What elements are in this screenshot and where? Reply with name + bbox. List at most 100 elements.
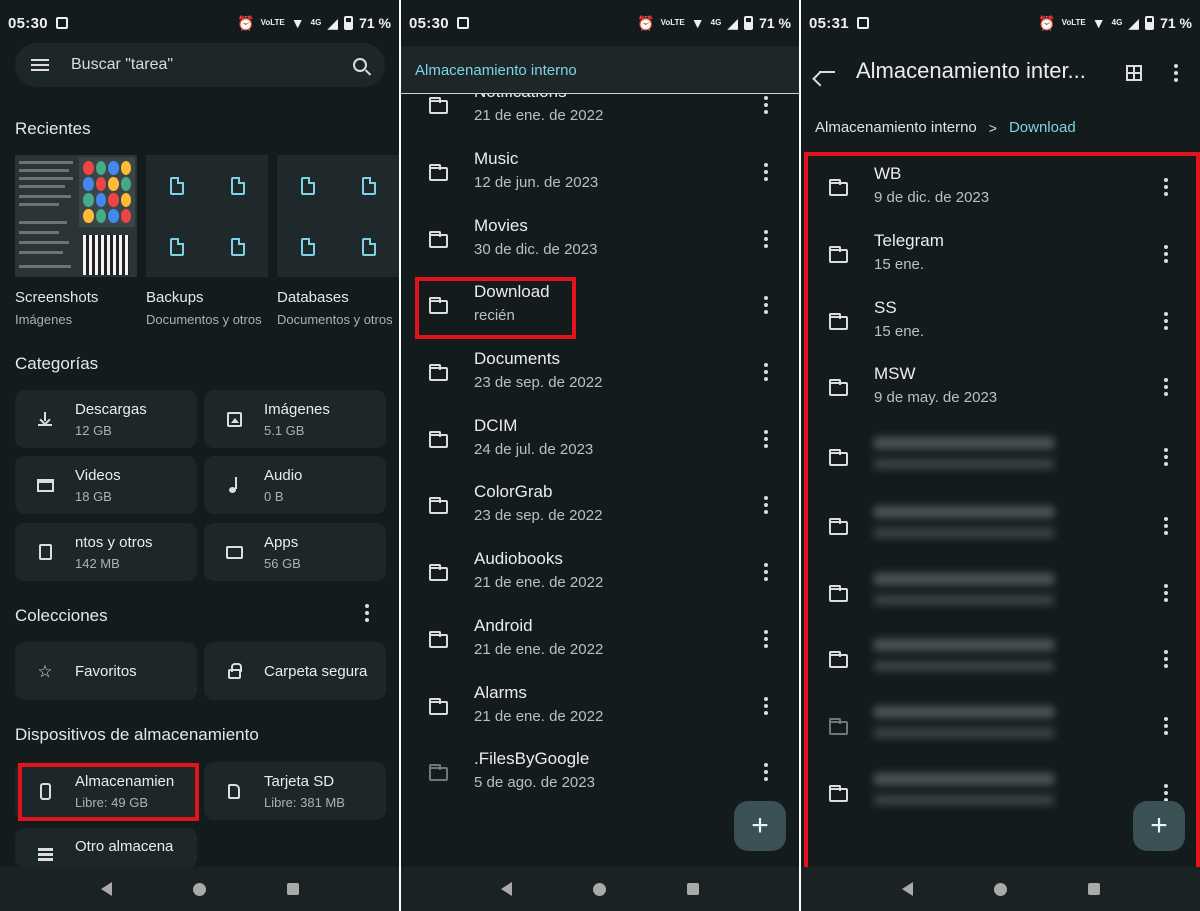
category-videos[interactable]: Videos 18 GB [15,456,197,514]
folder-row[interactable]: SS 15 ene. [801,287,1200,354]
folder-row[interactable]: ColorGrab 23 de sep. de 2022 [401,472,799,539]
storage-internal[interactable]: Almacenamien Libre: 49 GB [15,762,197,820]
search-input[interactable]: Buscar "tarea" [71,56,353,74]
folder-icon [429,164,448,182]
menu-icon[interactable] [31,59,49,71]
more-options-icon[interactable] [1161,783,1171,802]
more-options-icon[interactable] [1161,517,1171,536]
more-options-icon[interactable] [761,496,771,515]
more-options-icon[interactable] [1161,447,1171,466]
collection-favorites[interactable]: ☆ Favoritos [15,642,197,700]
folder-name: Audiobooks [474,549,563,569]
more-options-icon[interactable] [761,163,771,182]
folder-name: Android [474,615,533,635]
folder-row[interactable]: Movies 30 de dic. de 2023 [401,205,799,272]
file-icon [230,237,245,256]
more-options-icon[interactable] [1161,245,1171,264]
back-icon[interactable] [100,882,112,896]
storage-sd-card[interactable]: Tarjeta SD Libre: 381 MB [204,762,386,820]
home-icon[interactable] [192,882,206,896]
recent-name: Screenshots [15,289,99,306]
folder-row[interactable]: DCIM 24 de jul. de 2023 [401,405,799,472]
folder-row[interactable]: Android 21 de ene. de 2022 [401,606,799,673]
more-options-icon[interactable] [761,363,771,382]
folder-row[interactable]: Documents 23 de sep. de 2022 [401,339,799,406]
add-fab-button[interactable]: + [734,801,786,851]
add-fab-button[interactable]: + [1133,801,1185,851]
category-downloads[interactable]: Descargas 12 GB [15,390,197,448]
folder-row[interactable]: WB 9 de dic. de 2023 [801,154,1200,221]
folder-row[interactable]: Download recién [401,272,799,339]
app-grid-preview [79,157,135,227]
collections-more-icon[interactable] [362,604,372,622]
back-arrow-icon[interactable] [819,71,835,73]
category-images[interactable]: Imágenes 5.1 GB [204,390,386,448]
folder-row[interactable]: .FilesByGoogle 5 de ago. de 2023 [401,739,799,806]
more-options-icon[interactable] [1161,717,1171,736]
more-options-icon[interactable] [1161,583,1171,602]
recents-icon[interactable] [1087,883,1100,895]
more-options-icon[interactable] [1161,311,1171,330]
folder-row[interactable]: Audiobooks 21 de ene. de 2022 [401,539,799,606]
recent-item-screenshots[interactable]: Screenshots Imágenes [15,155,137,327]
sd-card-icon [228,783,240,799]
recent-item-backups[interactable]: Backups Documentos y otros [146,155,268,327]
folder-row[interactable] [801,493,1200,560]
folder-row[interactable]: Alarms 21 de ene. de 2022 [401,672,799,739]
internal-storage-screen: 05:30 ⏰ VoLTE ▼ 4G ◢ 71 % Notifications2… [401,0,799,911]
grid-view-icon[interactable] [1126,65,1142,81]
battery-icon [1145,16,1155,30]
category-apps[interactable]: Apps 56 GB [204,523,386,581]
home-icon[interactable] [993,882,1007,896]
category-documents[interactable]: ntos y otros 142 MB [15,523,197,581]
more-options-icon[interactable] [1171,64,1181,82]
more-options-icon[interactable] [1161,378,1171,397]
more-options-icon[interactable] [761,629,771,648]
status-bar: 05:30 ⏰ VoLTE ▼ 4G ◢ 71 % [0,0,399,46]
home-screen: 05:30 ⏰ VoLTE ▼ 4G ◢ 71 % Buscar "tarea"… [0,0,399,911]
folder-row[interactable]: MSW 9 de may. de 2023 [801,354,1200,421]
more-options-icon[interactable] [761,229,771,248]
category-audio[interactable]: Audio 0 B [204,456,386,514]
folder-icon [429,297,448,315]
search-bar[interactable]: Buscar "tarea" [15,43,385,87]
collection-safe-folder[interactable]: Carpeta segura [204,642,386,700]
breadcrumb-root[interactable]: Almacenamiento interno [815,119,977,136]
folder-row[interactable] [801,559,1200,626]
more-options-icon[interactable] [1161,178,1171,197]
folder-row[interactable]: Telegram 15 ene. [801,221,1200,288]
recents-icon[interactable] [286,883,299,895]
recent-item-databases[interactable]: Databases Documentos y otros [277,155,399,327]
more-options-icon[interactable] [1161,650,1171,669]
folder-icon [429,97,448,115]
folder-name: WB [874,164,902,184]
folder-date: 21 de ene. de 2022 [474,107,604,125]
blurred-folder-name [874,706,1054,743]
folder-row[interactable]: Music 12 de jun. de 2023 [401,139,799,206]
recents-icon[interactable] [686,883,699,895]
file-icon [300,176,315,195]
storage-other[interactable]: Otro almacena [15,828,197,868]
folder-icon [429,364,448,382]
backups-thumbnail [146,155,268,277]
search-icon[interactable] [353,58,367,72]
folder-icon [829,379,848,397]
more-options-icon[interactable] [761,563,771,582]
more-options-icon[interactable] [761,296,771,315]
more-options-icon[interactable] [761,96,771,115]
folder-date: 21 de ene. de 2022 [474,574,604,592]
more-options-icon[interactable] [761,763,771,782]
folder-row[interactable] [801,626,1200,693]
category-size: 56 GB [264,555,301,571]
more-options-icon[interactable] [761,429,771,448]
folder-row[interactable] [801,693,1200,760]
back-icon[interactable] [901,882,913,896]
home-icon[interactable] [592,882,606,896]
clock: 05:30 [409,14,449,32]
document-icon [38,544,52,560]
download-folder-screen: 05:31 ⏰ VoLTE ▼ 4G ◢ 71 % Almacenamiento… [801,0,1200,911]
folder-row[interactable] [801,421,1200,493]
back-icon[interactable] [501,882,513,896]
folder-list: Notifications21 de ene. de 2022Music12 d… [401,72,799,872]
more-options-icon[interactable] [761,696,771,715]
